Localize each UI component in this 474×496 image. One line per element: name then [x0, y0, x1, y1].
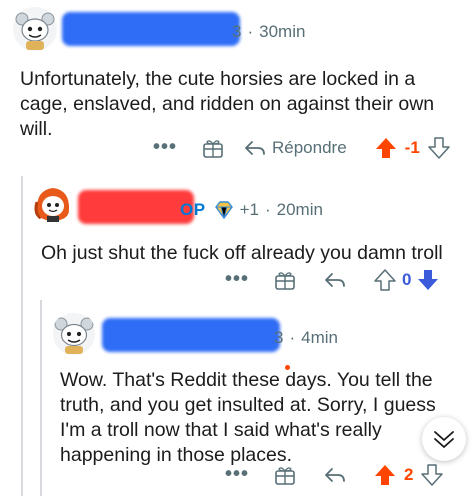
meta-fragment: 3 — [232, 22, 242, 41]
award-icon[interactable] — [274, 464, 296, 486]
comment-actions: ••• 2 — [222, 463, 444, 486]
redacted-username — [62, 12, 240, 46]
reply-button[interactable] — [324, 466, 346, 484]
reply-arrow-icon — [245, 140, 265, 155]
more-options-button[interactable]: ••• — [222, 268, 252, 291]
comment-age: 30min — [259, 22, 306, 41]
redacted-username — [102, 318, 280, 352]
vote-count: -1 — [404, 137, 420, 157]
downvote-button[interactable] — [417, 269, 439, 291]
comment-meta: OP +1 · 20min — [180, 200, 323, 219]
vote-count: 0 — [402, 269, 412, 289]
upvote-button[interactable] — [375, 137, 397, 159]
reply-arrow-icon — [325, 467, 345, 482]
award-count: +1 — [239, 200, 259, 219]
upvote-arrow-icon — [375, 464, 395, 485]
comment-body: Oh just shut the fuck off already you da… — [41, 242, 443, 264]
award-icon[interactable] — [274, 269, 296, 291]
unread-dot — [285, 365, 290, 370]
upvote-arrow-icon — [375, 137, 396, 158]
comment-meta: 3 · 4min — [274, 328, 338, 347]
award-icon[interactable] — [202, 137, 224, 159]
snoo-avatar-icon[interactable] — [32, 182, 74, 224]
downvote-button[interactable] — [421, 463, 444, 486]
comment-actions: ••• 0 — [222, 268, 439, 291]
comment-body: Wow. That's Reddit these days. You tell … — [60, 369, 436, 466]
snoo-avatar-icon[interactable] — [52, 312, 96, 356]
chevron-down-icon — [434, 431, 454, 448]
reply-label: Répondre — [272, 137, 347, 157]
upvote-button[interactable] — [374, 268, 396, 291]
thread-line-level1 — [21, 176, 23, 496]
downvote-arrow-icon — [428, 136, 450, 159]
downvote-button[interactable] — [428, 136, 450, 159]
op-badge: OP — [180, 200, 206, 219]
more-options-button[interactable]: ••• — [222, 463, 252, 486]
thread-line-level2 — [40, 300, 42, 496]
redacted-username — [78, 190, 194, 224]
vote-count: 2 — [404, 464, 414, 484]
meta-fragment: 3 — [274, 328, 284, 347]
comment-body: Unfortunately, the cute horsies are lock… — [20, 68, 435, 140]
reply-button[interactable]: Répondre — [244, 138, 347, 158]
comment-age: 20min — [276, 200, 323, 219]
more-options-button[interactable]: ••• — [150, 136, 180, 159]
reply-arrow-icon — [325, 272, 345, 287]
diamond-award-icon — [214, 201, 234, 219]
comment-age: 4min — [301, 328, 338, 347]
snoo-avatar-icon[interactable] — [12, 6, 58, 52]
downvote-arrow-icon — [421, 463, 444, 486]
downvote-arrow-icon — [418, 269, 439, 290]
comment-meta: 3 · 30min — [232, 22, 306, 41]
upvote-button[interactable] — [374, 464, 396, 486]
reply-button[interactable] — [324, 271, 346, 289]
upvote-arrow-icon — [374, 268, 396, 291]
next-comment-button[interactable] — [422, 417, 466, 461]
comment-actions: ••• Répondre -1 — [150, 136, 450, 159]
